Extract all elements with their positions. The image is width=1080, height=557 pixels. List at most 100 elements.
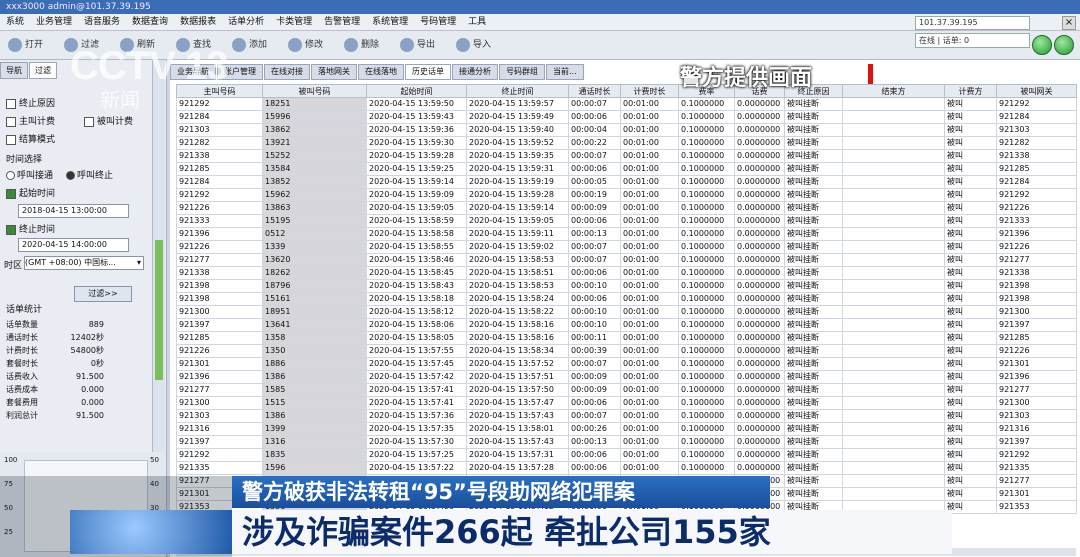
column-header[interactable]: 终止时间 bbox=[466, 84, 569, 98]
toolbar-button[interactable]: 删除 bbox=[344, 36, 379, 54]
start-time-input[interactable]: 2018-04-15 13:00:00 bbox=[18, 204, 129, 218]
table-cell: 被叫挂断 bbox=[784, 240, 843, 254]
table-row[interactable]: 921397 13641 2020-04-15 13:58:06 2020-04-15… bbox=[176, 318, 1077, 332]
table-row[interactable]: 921300 18951 2020-04-15 13:58:12 2020-04-15… bbox=[176, 305, 1077, 319]
table-row[interactable]: 921285 13584 2020-04-15 13:59:25 2020-04-15… bbox=[176, 162, 1077, 176]
table-row[interactable]: 921226 13863 2020-04-15 13:59:05 2020-04-15… bbox=[176, 201, 1077, 215]
main-tab[interactable]: 历史话单 bbox=[405, 64, 451, 80]
menu-item[interactable]: 语音服务 bbox=[78, 14, 126, 30]
table-row[interactable]: 921277 13620 2020-04-15 13:58:46 2020-04-15… bbox=[176, 253, 1077, 267]
toolbar-button[interactable]: 修改 bbox=[288, 36, 323, 54]
checkbox-icon[interactable] bbox=[6, 188, 16, 199]
table-cell: 921292 bbox=[176, 188, 263, 202]
table-row[interactable]: 921303 1386 2020-04-15 13:57:36 2020-04-15 … bbox=[176, 409, 1077, 423]
table-row[interactable]: 921396 0512 2020-04-15 13:58:58 2020-04-15 … bbox=[176, 227, 1077, 241]
table-row[interactable]: 921338 18262 2020-04-15 13:58:45 2020-04-15… bbox=[176, 266, 1077, 280]
menu-item[interactable]: 卡类管理 bbox=[270, 14, 318, 30]
checkbox-icon[interactable] bbox=[6, 98, 16, 109]
table-cell: 921353 bbox=[996, 500, 1077, 514]
menu-item[interactable]: 话单分析 bbox=[222, 14, 270, 30]
timezone-select[interactable]: (GMT +08:00) 中国标... ▾ bbox=[24, 256, 144, 270]
tab-filter[interactable]: 过滤 bbox=[29, 62, 57, 79]
table-cell: 被叫 bbox=[944, 279, 997, 293]
column-header[interactable]: 被叫网关 bbox=[996, 84, 1077, 98]
toolbar-button[interactable]: 导出 bbox=[400, 36, 435, 54]
table-row[interactable]: 921398 18796 2020-04-15 13:58:43 2020-04-15… bbox=[176, 279, 1077, 293]
table-cell: 2020-04-15 13:58:24 bbox=[466, 292, 569, 306]
main-tab[interactable]: 在线对接 bbox=[264, 64, 310, 80]
column-header[interactable]: 被叫号码 bbox=[262, 84, 367, 98]
menu-item[interactable]: 号码管理 bbox=[414, 14, 462, 30]
checkbox-icon[interactable] bbox=[6, 224, 16, 235]
menu-item[interactable]: 系统 bbox=[0, 14, 30, 30]
radio-call-connected[interactable]: 呼叫接通 bbox=[6, 168, 53, 181]
table-row[interactable]: 921292 1835 2020-04-15 13:57:25 2020-04-15 … bbox=[176, 448, 1077, 462]
radio-icon[interactable] bbox=[6, 171, 15, 180]
column-header[interactable]: 通话时长 bbox=[568, 84, 621, 98]
toolbar-button[interactable]: 打开 bbox=[8, 36, 43, 54]
check-start-time[interactable]: 起始时间 bbox=[6, 186, 55, 199]
table-cell: 0.1000000 bbox=[678, 370, 735, 384]
check-terminate-reason[interactable]: 终止原因 bbox=[6, 96, 55, 109]
check-callee-billing[interactable]: 被叫计费 bbox=[84, 114, 133, 127]
table-row[interactable]: 921300 1515 2020-04-15 13:57:41 2020-04-15 … bbox=[176, 396, 1077, 410]
menu-item[interactable]: 工具 bbox=[462, 14, 492, 30]
table-row[interactable]: 921398 15161 2020-04-15 13:58:18 2020-04-15… bbox=[176, 292, 1077, 306]
table-row[interactable]: 921335 1596 2020-04-15 13:57:22 2020-04-15 … bbox=[176, 461, 1077, 475]
table-cell: 被叫挂断 bbox=[784, 383, 843, 397]
table-row[interactable]: 921396 1386 2020-04-15 13:57:42 2020-04-15 … bbox=[176, 370, 1077, 384]
toolbar-button[interactable]: 导入 bbox=[456, 36, 491, 54]
column-header[interactable]: 起始时间 bbox=[366, 84, 467, 98]
table-cell: 00:01:00 bbox=[620, 383, 679, 397]
menu-item[interactable]: 业务管理 bbox=[30, 14, 78, 30]
table-row[interactable]: 921282 13921 2020-04-15 13:59:30 2020-04-15… bbox=[176, 136, 1077, 150]
table-row[interactable]: 921338 15252 2020-04-15 13:59:28 2020-04-15… bbox=[176, 149, 1077, 163]
table-row[interactable]: 921292 18251 2020-04-15 13:59:50 2020-04-15… bbox=[176, 97, 1077, 111]
chevron-down-icon[interactable]: ▾ bbox=[137, 257, 141, 269]
checkbox-icon[interactable] bbox=[6, 116, 16, 127]
main-tab[interactable]: 在线落地 bbox=[358, 64, 404, 80]
table-row[interactable]: 921226 1350 2020-04-15 13:57:55 2020-04-15 … bbox=[176, 344, 1077, 358]
stat-value: 889 bbox=[88, 320, 104, 329]
column-header[interactable]: 结束方 bbox=[842, 84, 945, 98]
left-scrollbar[interactable] bbox=[152, 60, 165, 500]
table-row[interactable]: 921277 1585 2020-04-15 13:57:41 2020-04-15 … bbox=[176, 383, 1077, 397]
table-row[interactable]: 921284 15996 2020-04-15 13:59:43 2020-04-15… bbox=[176, 110, 1077, 124]
checkbox-icon[interactable] bbox=[84, 116, 94, 127]
table-cell: 被叫 bbox=[944, 227, 997, 241]
main-tab[interactable]: 号码群组 bbox=[499, 64, 545, 80]
table-cell: 被叫挂断 bbox=[784, 487, 843, 501]
checkbox-icon[interactable] bbox=[6, 134, 16, 145]
menu-item[interactable]: 系统管理 bbox=[366, 14, 414, 30]
main-tab[interactable]: 接通分析 bbox=[452, 64, 498, 80]
scroll-thumb[interactable] bbox=[155, 240, 163, 380]
table-row[interactable]: 921316 1399 2020-04-15 13:57:35 2020-04-15 … bbox=[176, 422, 1077, 436]
filter-button[interactable]: 过滤>> bbox=[74, 286, 132, 302]
table-row[interactable]: 921333 15195 2020-04-15 13:58:59 2020-04-15… bbox=[176, 214, 1077, 228]
table-row[interactable]: 921285 1358 2020-04-15 13:58:05 2020-04-15 … bbox=[176, 331, 1077, 345]
table-cell bbox=[842, 344, 945, 358]
check-end-time[interactable]: 终止时间 bbox=[6, 222, 55, 235]
end-time-input[interactable]: 2020-04-15 14:00:00 bbox=[18, 238, 129, 252]
check-caller-billing[interactable]: 主叫计费 bbox=[6, 114, 55, 127]
main-tab[interactable]: 当前... bbox=[546, 64, 584, 80]
table-row[interactable]: 921292 15962 2020-04-15 13:59:09 2020-04-15… bbox=[176, 188, 1077, 202]
column-header[interactable]: 计费方 bbox=[944, 84, 997, 98]
table-row[interactable]: 921397 1316 2020-04-15 13:57:30 2020-04-15 … bbox=[176, 435, 1077, 449]
menu-item[interactable]: 数据查询 bbox=[126, 14, 174, 30]
column-header[interactable]: 计费时长 bbox=[620, 84, 679, 98]
menu-item[interactable]: 告警管理 bbox=[318, 14, 366, 30]
table-row[interactable]: 921284 13852 2020-04-15 13:59:14 2020-04-15… bbox=[176, 175, 1077, 189]
radio-call-ended[interactable]: 呼叫终止 bbox=[66, 168, 113, 181]
tab-nav[interactable]: 导航 bbox=[0, 62, 28, 79]
gauge-tick: 100 bbox=[4, 456, 18, 464]
main-tab[interactable]: 落地网关 bbox=[311, 64, 357, 80]
menu-item[interactable]: 数据报表 bbox=[174, 14, 222, 30]
table-row[interactable]: 921303 13862 2020-04-15 13:59:36 2020-04-15… bbox=[176, 123, 1077, 137]
close-icon[interactable]: × bbox=[1062, 16, 1076, 30]
radio-icon[interactable] bbox=[66, 171, 75, 180]
table-row[interactable]: 921226 1339 2020-04-15 13:58:55 2020-04-15 … bbox=[176, 240, 1077, 254]
check-settlement-mode[interactable]: 结算模式 bbox=[6, 132, 55, 145]
toolbar-button[interactable]: 添加 bbox=[232, 36, 267, 54]
table-row[interactable]: 921301 1886 2020-04-15 13:57:45 2020-04-15 … bbox=[176, 357, 1077, 371]
